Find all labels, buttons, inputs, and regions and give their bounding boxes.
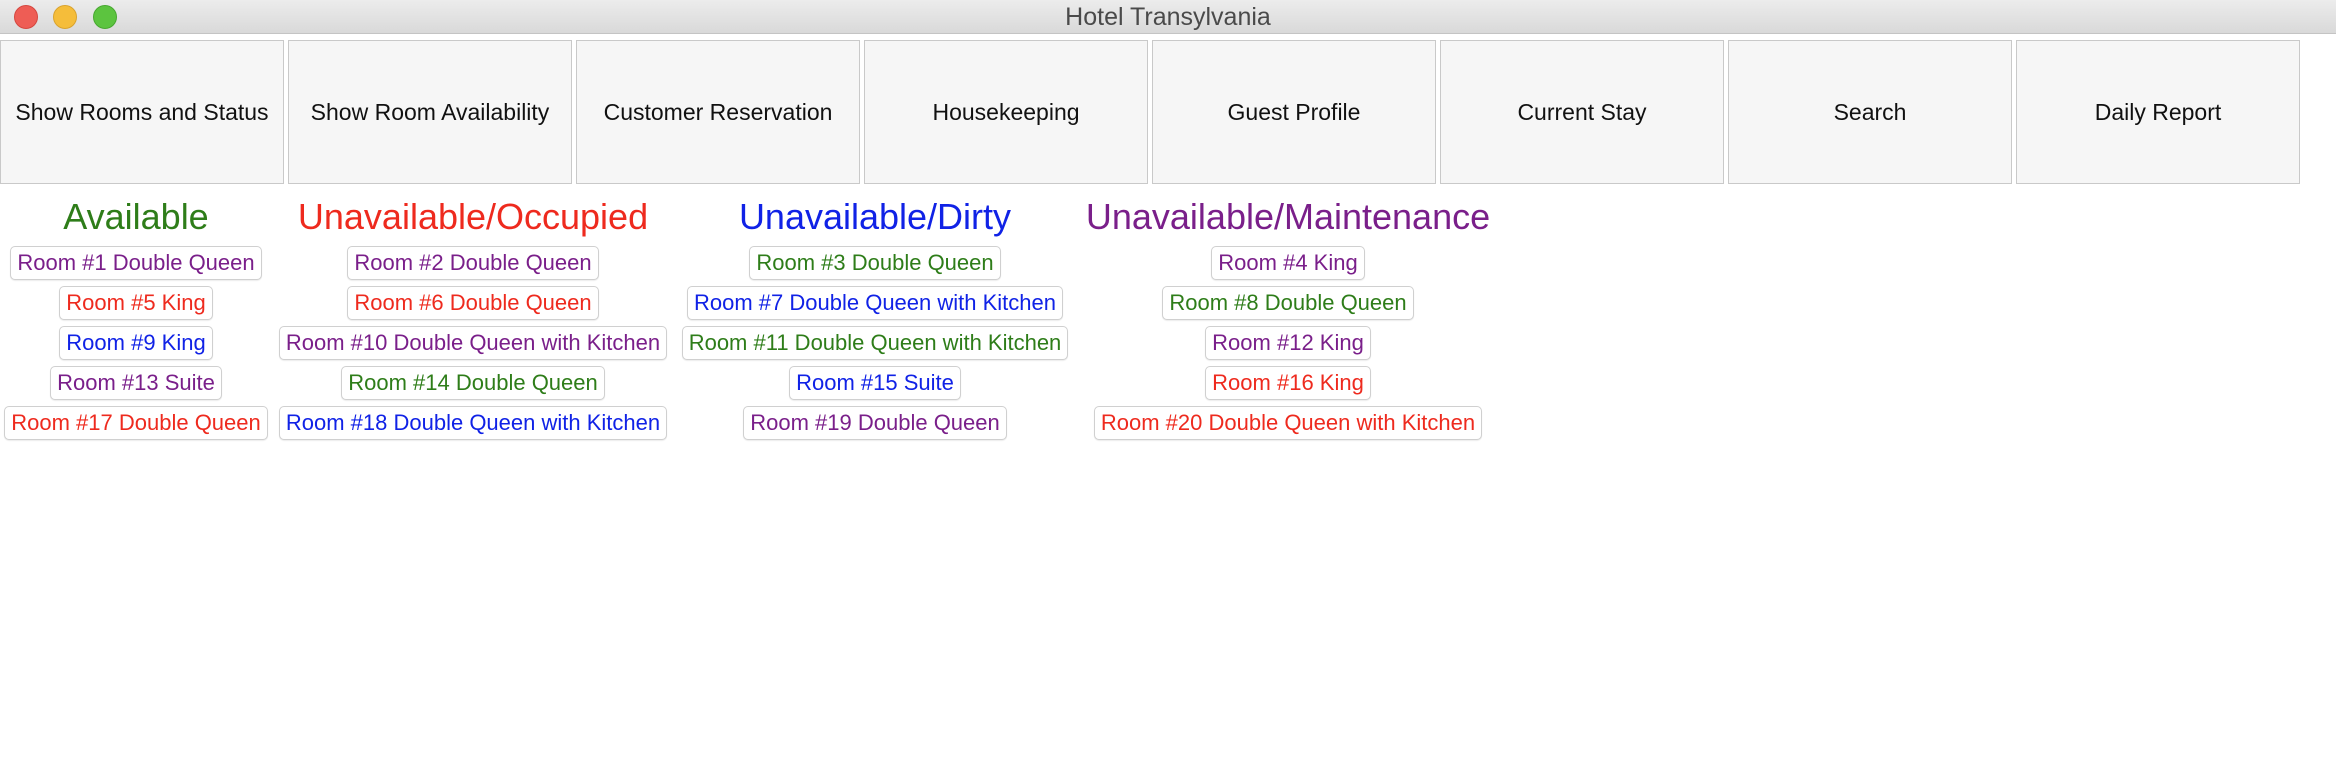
room-button[interactable]: Room #12 King bbox=[1205, 326, 1371, 360]
room-button[interactable]: Room #4 King bbox=[1211, 246, 1365, 280]
search-button[interactable]: Search bbox=[1728, 40, 2012, 184]
customer-reservation-button[interactable]: Customer Reservation bbox=[576, 40, 860, 184]
room-button[interactable]: Room #2 Double Queen bbox=[347, 246, 599, 280]
guest-profile-button[interactable]: Guest Profile bbox=[1152, 40, 1436, 184]
room-button[interactable]: Room #13 Suite bbox=[50, 366, 222, 400]
window-titlebar: Hotel Transylvania bbox=[0, 0, 2336, 34]
room-button[interactable]: Room #6 Double Queen bbox=[347, 286, 599, 320]
available-column: Available Room #1 Double Queen Room #5 K… bbox=[0, 190, 272, 446]
room-button[interactable]: Room #9 King bbox=[59, 326, 213, 360]
window-title: Hotel Transylvania bbox=[1065, 3, 1271, 31]
occupied-column: Unavailable/Occupied Room #2 Double Quee… bbox=[272, 190, 674, 446]
dirty-column: Unavailable/Dirty Room #3 Double Queen R… bbox=[674, 190, 1076, 446]
room-button[interactable]: Room #20 Double Queen with Kitchen bbox=[1093, 406, 1483, 440]
daily-report-button[interactable]: Daily Report bbox=[2016, 40, 2300, 184]
show-rooms-and-status-button[interactable]: Show Rooms and Status bbox=[0, 40, 284, 184]
room-button[interactable]: Room #1 Double Queen bbox=[10, 246, 262, 280]
room-button[interactable]: Room #7 Double Queen with Kitchen bbox=[687, 286, 1063, 320]
main-toolbar: Show Rooms and Status Show Room Availabi… bbox=[0, 40, 2336, 184]
room-button[interactable]: Room #11 Double Queen with Kitchen bbox=[681, 326, 1069, 360]
room-button[interactable]: Room #19 Double Queen bbox=[743, 406, 1007, 440]
room-button[interactable]: Room #3 Double Queen bbox=[749, 246, 1001, 280]
room-button[interactable]: Room #16 King bbox=[1205, 366, 1371, 400]
room-button[interactable]: Room #5 King bbox=[59, 286, 213, 320]
room-button[interactable]: Room #8 Double Queen bbox=[1162, 286, 1414, 320]
show-room-availability-button[interactable]: Show Room Availability bbox=[288, 40, 572, 184]
occupied-header: Unavailable/Occupied bbox=[297, 196, 649, 237]
available-header: Available bbox=[63, 196, 209, 237]
room-button[interactable]: Room #17 Double Queen bbox=[4, 406, 268, 440]
current-stay-button[interactable]: Current Stay bbox=[1440, 40, 1724, 184]
maintenance-header: Unavailable/Maintenance bbox=[1085, 196, 1491, 237]
dirty-header: Unavailable/Dirty bbox=[738, 196, 1012, 237]
room-button[interactable]: Room #15 Suite bbox=[789, 366, 961, 400]
housekeeping-button[interactable]: Housekeeping bbox=[864, 40, 1148, 184]
maintenance-column: Unavailable/Maintenance Room #4 King Roo… bbox=[1076, 190, 1500, 446]
room-button[interactable]: Room #18 Double Queen with Kitchen bbox=[278, 406, 668, 440]
room-button[interactable]: Room #10 Double Queen with Kitchen bbox=[278, 326, 668, 360]
room-button[interactable]: Room #14 Double Queen bbox=[341, 366, 605, 400]
